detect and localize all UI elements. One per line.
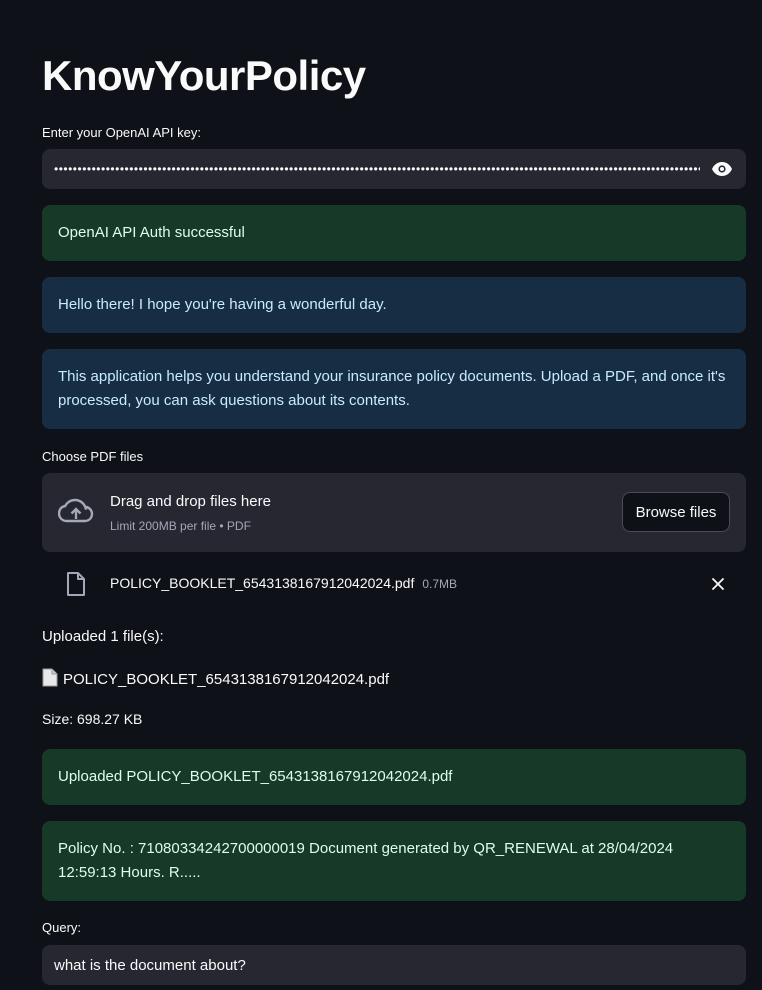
uploaded-file-size: 0.7MB — [422, 577, 458, 591]
uploaded-file-name-text: POLICY_BOOKLET_6543138167912042024.pdf — [110, 575, 415, 591]
app-info-alert: This application helps you understand yo… — [42, 349, 746, 429]
greeting-text: Hello there! I hope you're having a wond… — [58, 296, 387, 313]
uploaded-count: Uploaded 1 file(s): — [42, 628, 164, 645]
document-preview-alert: Policy No. : 71080334242700000019 Docume… — [42, 821, 746, 901]
browse-files-button[interactable]: Browse files — [622, 492, 730, 532]
uploaded-file-name: POLICY_BOOKLET_6543138167912042024.pdf 0.… — [110, 575, 457, 591]
api-key-field[interactable]: ••••••••••••••••••••••••••••••••••••••••… — [42, 149, 746, 189]
summary-file-name: POLICY_BOOKLET_6543138167912042024.pdf — [63, 671, 390, 688]
query-value[interactable]: what is the document about? — [54, 957, 246, 974]
document-icon — [42, 668, 58, 687]
greeting-alert: Hello there! I hope you're having a wond… — [42, 277, 746, 333]
uploader-label: Choose PDF files — [42, 449, 144, 464]
file-dropzone[interactable]: Drag and drop files here Limit 200MB per… — [42, 473, 746, 552]
app-info-text: This application helps you understand yo… — [58, 368, 726, 409]
auth-success-alert: OpenAI API Auth successful — [42, 205, 746, 261]
eye-icon[interactable] — [710, 157, 734, 181]
file-icon — [66, 572, 86, 596]
close-icon[interactable] — [708, 574, 728, 594]
dropzone-subtitle: Limit 200MB per file • PDF — [110, 519, 251, 533]
document-preview-text: Policy No. : 71080334242700000019 Docume… — [58, 840, 674, 881]
auth-success-text: OpenAI API Auth successful — [58, 224, 245, 241]
query-label: Query: — [42, 920, 82, 935]
query-input[interactable]: what is the document about? — [42, 945, 746, 985]
upload-success-alert: Uploaded POLICY_BOOKLET_6543138167912042… — [42, 749, 746, 805]
api-key-label: Enter your OpenAI API key: — [42, 125, 201, 140]
summary-size: Size: 698.27 KB — [42, 711, 143, 727]
dropzone-title: Drag and drop files here — [110, 493, 271, 510]
uploaded-file-row: POLICY_BOOKLET_6543138167912042024.pdf 0.… — [42, 564, 746, 604]
summary-file-line: POLICY_BOOKLET_6543138167912042024.pdf — [42, 668, 389, 688]
cloud-upload-icon — [57, 497, 94, 527]
api-key-value[interactable]: ••••••••••••••••••••••••••••••••••••••••… — [54, 162, 700, 176]
upload-success-text: Uploaded POLICY_BOOKLET_6543138167912042… — [58, 768, 453, 785]
page-title: KnowYourPolicy — [42, 52, 366, 99]
